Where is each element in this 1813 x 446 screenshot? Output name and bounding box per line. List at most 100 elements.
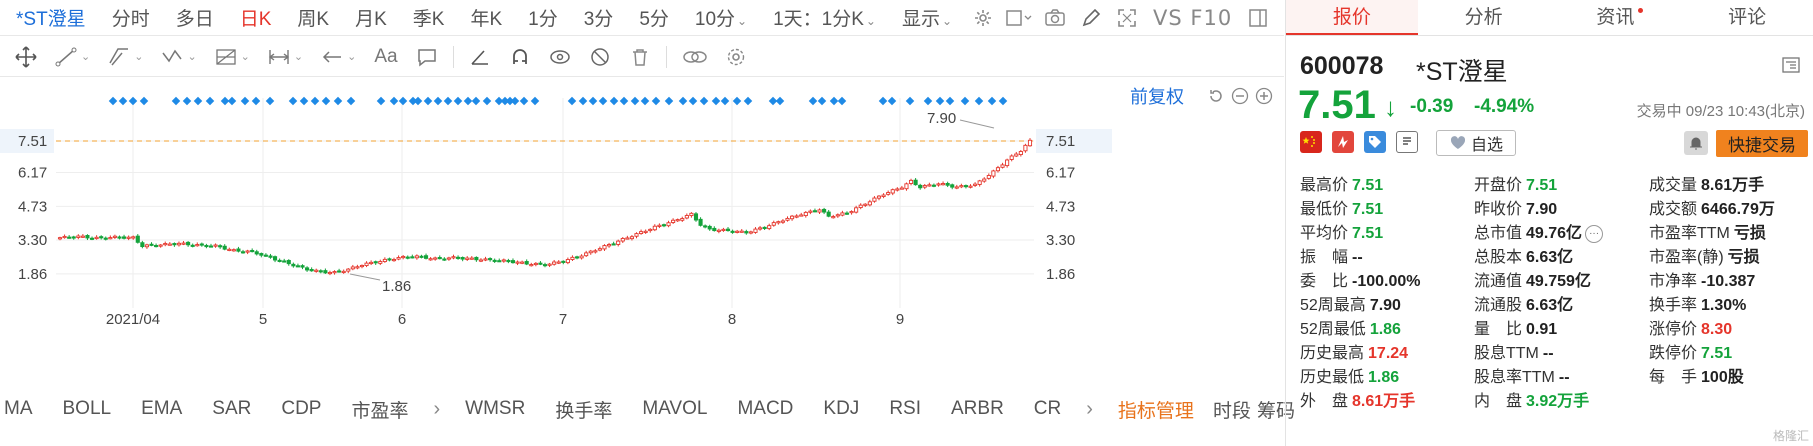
candle-body [94,236,99,240]
settings-gear-icon[interactable] [965,0,1001,36]
candle-body [62,235,67,239]
square-select-icon[interactable] [1001,0,1037,36]
draw-settings-icon[interactable] [717,37,755,77]
indicator-manage-button[interactable]: 指标管理 [1103,396,1209,423]
add-watchlist-button[interactable]: 自选 [1436,130,1516,156]
stat-value: 8.61万手 [1701,177,1765,194]
quick-trade-button[interactable]: 快捷交易 [1716,130,1808,157]
indicator-turnover[interactable]: 换手率 [540,396,627,423]
indicator-cdp[interactable]: CDP [266,398,336,420]
event-marker [775,96,785,106]
bell-icon[interactable] [1684,131,1708,155]
stat-label: 量 比 [1474,321,1523,338]
indicator-pe[interactable]: 市盈率 [336,396,423,423]
indicator-kdj[interactable]: KDJ [808,398,874,420]
indicator-mavol[interactable]: MAVOL [627,398,722,420]
tab-news[interactable]: 资讯 [1550,0,1682,35]
event-marker [346,96,356,106]
period-niank[interactable]: 年K [457,4,515,31]
session-button[interactable]: 时段 [1209,396,1255,423]
period-jik[interactable]: 季K [400,4,458,31]
more-icon[interactable]: ··· [1585,224,1604,243]
range-select[interactable]: 1天：1分K ⌄ [760,4,889,31]
sidebar-toggle-icon[interactable] [1240,0,1276,36]
indicator-sar[interactable]: SAR [197,398,266,420]
hide-icon[interactable] [580,37,620,77]
reset-icon[interactable] [1205,85,1227,107]
vs-f10-button[interactable]: VS F10 [1145,6,1240,30]
line-tool-icon[interactable]: ⌄ [46,37,99,77]
magnet-icon[interactable] [500,37,540,77]
period-duori[interactable]: 多日 [163,4,227,31]
period-10min[interactable]: 10分 ⌄ [682,4,760,31]
candle-body [350,266,355,270]
quote-stat: 市盈率(静) 亏损 [1649,246,1760,270]
link-icon[interactable] [673,37,717,77]
pencil-icon[interactable] [1073,0,1109,36]
indicator-boll[interactable]: BOLL [48,398,127,420]
candle-body [190,244,195,247]
event-marker [808,96,818,106]
eye-lock-icon[interactable] [540,37,580,77]
stock-tab[interactable]: *ST澄星 [0,4,99,31]
indicator-wmsr[interactable]: WMSR [450,398,540,420]
tab-comments[interactable]: 评论 [1681,0,1813,35]
fullscreen-icon[interactable] [1109,0,1145,36]
camera-icon[interactable] [1037,0,1073,36]
fib-tool-icon[interactable]: ⌄ [206,37,259,77]
tag-icon[interactable] [1364,131,1386,153]
period-zhouk[interactable]: 周K [284,4,342,31]
period-fenshi[interactable]: 分时 [99,4,163,31]
chevron-right-icon[interactable]: › [1076,398,1103,421]
candle-body [282,260,287,263]
stat-value: 8.61万手 [1352,393,1416,410]
fuquan-toggle[interactable]: 前复权 [1130,83,1184,109]
event-marker [389,96,399,106]
zoom-in-icon[interactable] [1253,85,1275,107]
event-marker [688,96,698,106]
move-cross-icon[interactable] [6,37,46,77]
note-icon[interactable] [1396,131,1418,153]
kline-chart[interactable]: 7.51 7.51 6.17 6.17 4.73 4.73 3.30 3.30 1.86 1.86… [0,78,1284,388]
candle-body [405,256,410,259]
chevron-right-icon[interactable]: › [424,398,451,421]
event-marker [743,96,753,106]
period-3min[interactable]: 3分 [571,4,627,31]
event-marker [699,96,709,106]
indicator-macd[interactable]: MACD [722,398,808,420]
indicator-arbr[interactable]: ARBR [936,398,1019,420]
display-menu[interactable]: 显示 ⌄ [889,4,965,31]
text-tool-icon[interactable]: Aa [365,37,406,77]
candle-body [488,258,493,261]
channel-tool-icon[interactable]: ⌄ [99,37,152,77]
arrow-left-icon[interactable]: ⌄ [312,37,365,77]
indicator-ma[interactable]: MA [0,398,48,420]
angle-icon[interactable] [460,37,500,77]
period-5min[interactable]: 5分 [626,4,682,31]
candle-body [680,218,685,221]
tab-analysis[interactable]: 分析 [1418,0,1550,35]
indicator-ema[interactable]: EMA [126,398,197,420]
indicator-cr[interactable]: CR [1019,398,1076,420]
event-marker [974,96,984,106]
document-icon[interactable] [1781,55,1801,75]
period-yuek[interactable]: 月K [342,4,400,31]
quote-stat: 股息率TTM -- [1474,366,1570,390]
period-1min[interactable]: 1分 [515,4,571,31]
period-rik[interactable]: 日K [227,4,285,31]
quote-stat: 52周最低 1.86 [1300,318,1401,342]
zoom-out-icon[interactable] [1229,85,1251,107]
candle-body [661,224,667,227]
event-marker [471,96,481,106]
stat-label: 52周最低 [1300,321,1366,338]
range-measure-icon[interactable]: ⌄ [259,37,312,77]
comment-icon[interactable] [407,37,447,77]
indicator-rsi[interactable]: RSI [874,398,936,420]
trash-icon[interactable] [620,37,660,77]
candle-body [986,175,991,179]
tab-quote[interactable]: 报价 [1286,0,1418,35]
price-change: -0.39 [1410,96,1454,117]
candle-body [1023,144,1028,152]
margin-icon[interactable] [1332,131,1354,153]
wave-tool-icon[interactable]: ⌄ [152,37,205,77]
